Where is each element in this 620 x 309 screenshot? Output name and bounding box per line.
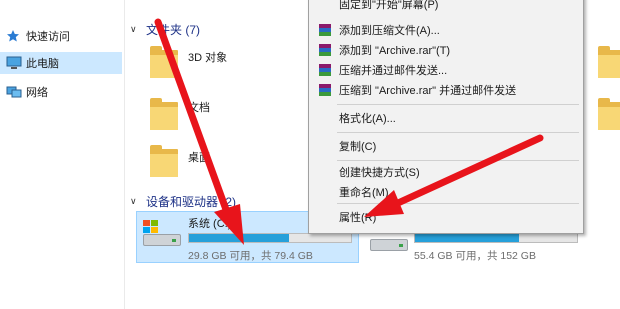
red-arrow-icon	[364, 134, 544, 217]
annotation-arrows	[154, 18, 544, 245]
red-arrow-icon	[154, 18, 244, 245]
